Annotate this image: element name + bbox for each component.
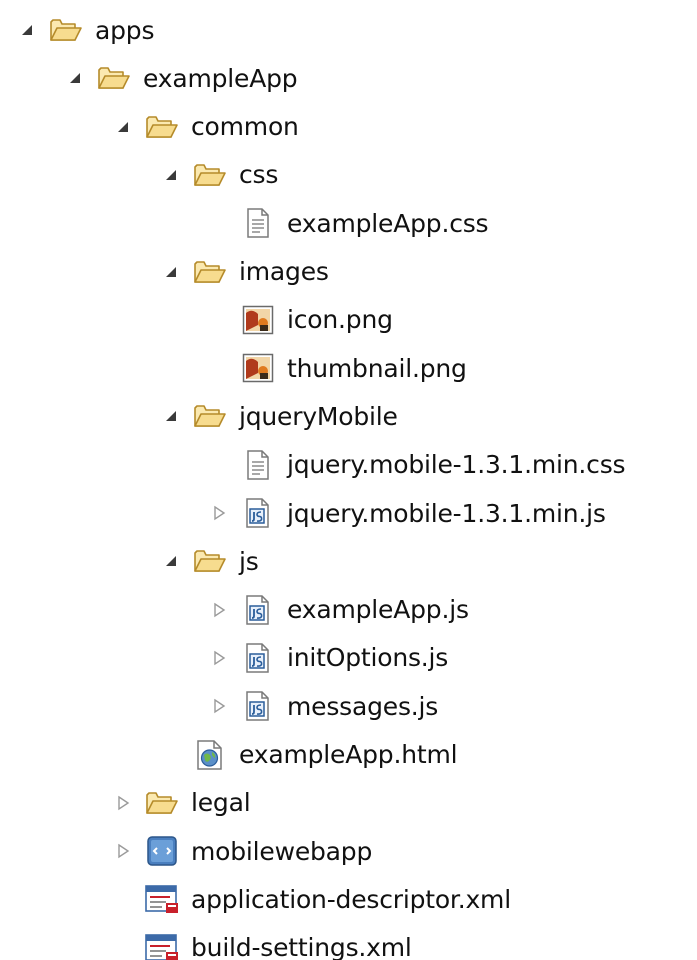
tree-item-label: apps — [95, 15, 155, 45]
tree-item[interactable]: initOptions.js — [210, 634, 448, 682]
tree-item-label: jquery.mobile-1.3.1.min.js — [287, 498, 606, 528]
expand-arrow-icon[interactable] — [114, 118, 132, 136]
collapse-arrow-icon[interactable] — [210, 601, 228, 619]
tree-item-label: js — [239, 546, 259, 576]
expand-arrow-icon[interactable] — [18, 21, 36, 39]
tree-item-label: exampleApp.js — [287, 595, 469, 625]
expand-arrow-icon[interactable] — [162, 552, 180, 570]
tree-item-label: common — [191, 112, 299, 142]
tree-item-label: messages.js — [287, 691, 439, 721]
tree-item[interactable]: exampleApp — [66, 54, 298, 102]
tree-item[interactable]: thumbnail.png — [210, 344, 467, 392]
xml-descriptor-icon — [144, 881, 180, 917]
folder-open-icon — [48, 12, 84, 48]
tree-item-label: legal — [191, 788, 251, 818]
tree-item-label: application-descriptor.xml — [191, 884, 511, 914]
text-file-icon — [240, 205, 276, 241]
collapse-arrow-icon[interactable] — [210, 649, 228, 667]
tree-item[interactable]: icon.png — [210, 296, 393, 344]
folder-open-icon — [96, 60, 132, 96]
tree-item-label: thumbnail.png — [287, 353, 467, 383]
js-file-icon — [240, 592, 276, 628]
tree-item[interactable]: mobilewebapp — [114, 827, 372, 875]
js-file-icon — [240, 688, 276, 724]
text-file-icon — [240, 447, 276, 483]
tree-item-label: mobilewebapp — [191, 836, 373, 866]
tree-item[interactable]: images — [162, 248, 329, 296]
mobile-web-app-icon — [144, 833, 180, 869]
tree-item[interactable]: jqueryMobile — [162, 392, 398, 440]
collapse-arrow-icon[interactable] — [210, 504, 228, 522]
tree-item-label: exampleApp.css — [287, 208, 489, 238]
tree-item-label: jqueryMobile — [239, 401, 398, 431]
expand-arrow-icon[interactable] — [162, 263, 180, 281]
tree-item[interactable]: apps — [18, 6, 154, 54]
tree-item-label: exampleApp — [143, 63, 298, 93]
folder-open-icon — [192, 157, 228, 193]
tree-item-label: build-settings.xml — [191, 933, 412, 960]
collapse-arrow-icon[interactable] — [114, 794, 132, 812]
expand-arrow-icon[interactable] — [162, 166, 180, 184]
image-file-icon — [240, 350, 276, 386]
tree-item[interactable]: application-descriptor.xml — [114, 875, 511, 923]
tree-item-label: jquery.mobile-1.3.1.min.css — [287, 450, 626, 480]
tree-item[interactable]: js — [162, 537, 259, 585]
project-explorer-tree: apps exampleApp common css exampleApp.css ima… — [0, 0, 697, 960]
tree-item[interactable]: messages.js — [210, 682, 438, 730]
tree-item[interactable]: exampleApp.css — [210, 199, 489, 247]
folder-open-icon — [192, 543, 228, 579]
collapse-arrow-icon[interactable] — [210, 697, 228, 715]
folder-open-icon — [144, 109, 180, 145]
expand-arrow-icon[interactable] — [66, 69, 84, 87]
collapse-arrow-icon[interactable] — [114, 842, 132, 860]
tree-item-label: icon.png — [287, 305, 393, 335]
tree-item-label: images — [239, 257, 329, 286]
tree-item[interactable]: build-settings.xml — [114, 924, 412, 960]
image-file-icon — [240, 302, 276, 338]
js-file-icon — [240, 495, 276, 531]
tree-item[interactable]: css — [162, 151, 278, 199]
tree-item[interactable]: jquery.mobile-1.3.1.min.css — [210, 441, 626, 489]
html-file-icon — [192, 737, 228, 773]
tree-item-label: initOptions.js — [287, 643, 449, 673]
js-file-icon — [240, 640, 276, 676]
tree-item-label: exampleApp.html — [239, 740, 458, 769]
xml-descriptor-icon — [144, 930, 180, 960]
folder-open-icon — [144, 785, 180, 821]
folder-open-icon — [192, 398, 228, 434]
tree-item[interactable]: legal — [114, 779, 251, 827]
tree-item-label: css — [239, 160, 279, 190]
tree-item[interactable]: common — [114, 103, 299, 151]
tree-item[interactable]: jquery.mobile-1.3.1.min.js — [210, 489, 606, 537]
tree-item[interactable]: exampleApp.js — [210, 586, 469, 634]
expand-arrow-icon[interactable] — [162, 407, 180, 425]
folder-open-icon — [192, 254, 228, 290]
tree-item[interactable]: exampleApp.html — [162, 731, 458, 779]
